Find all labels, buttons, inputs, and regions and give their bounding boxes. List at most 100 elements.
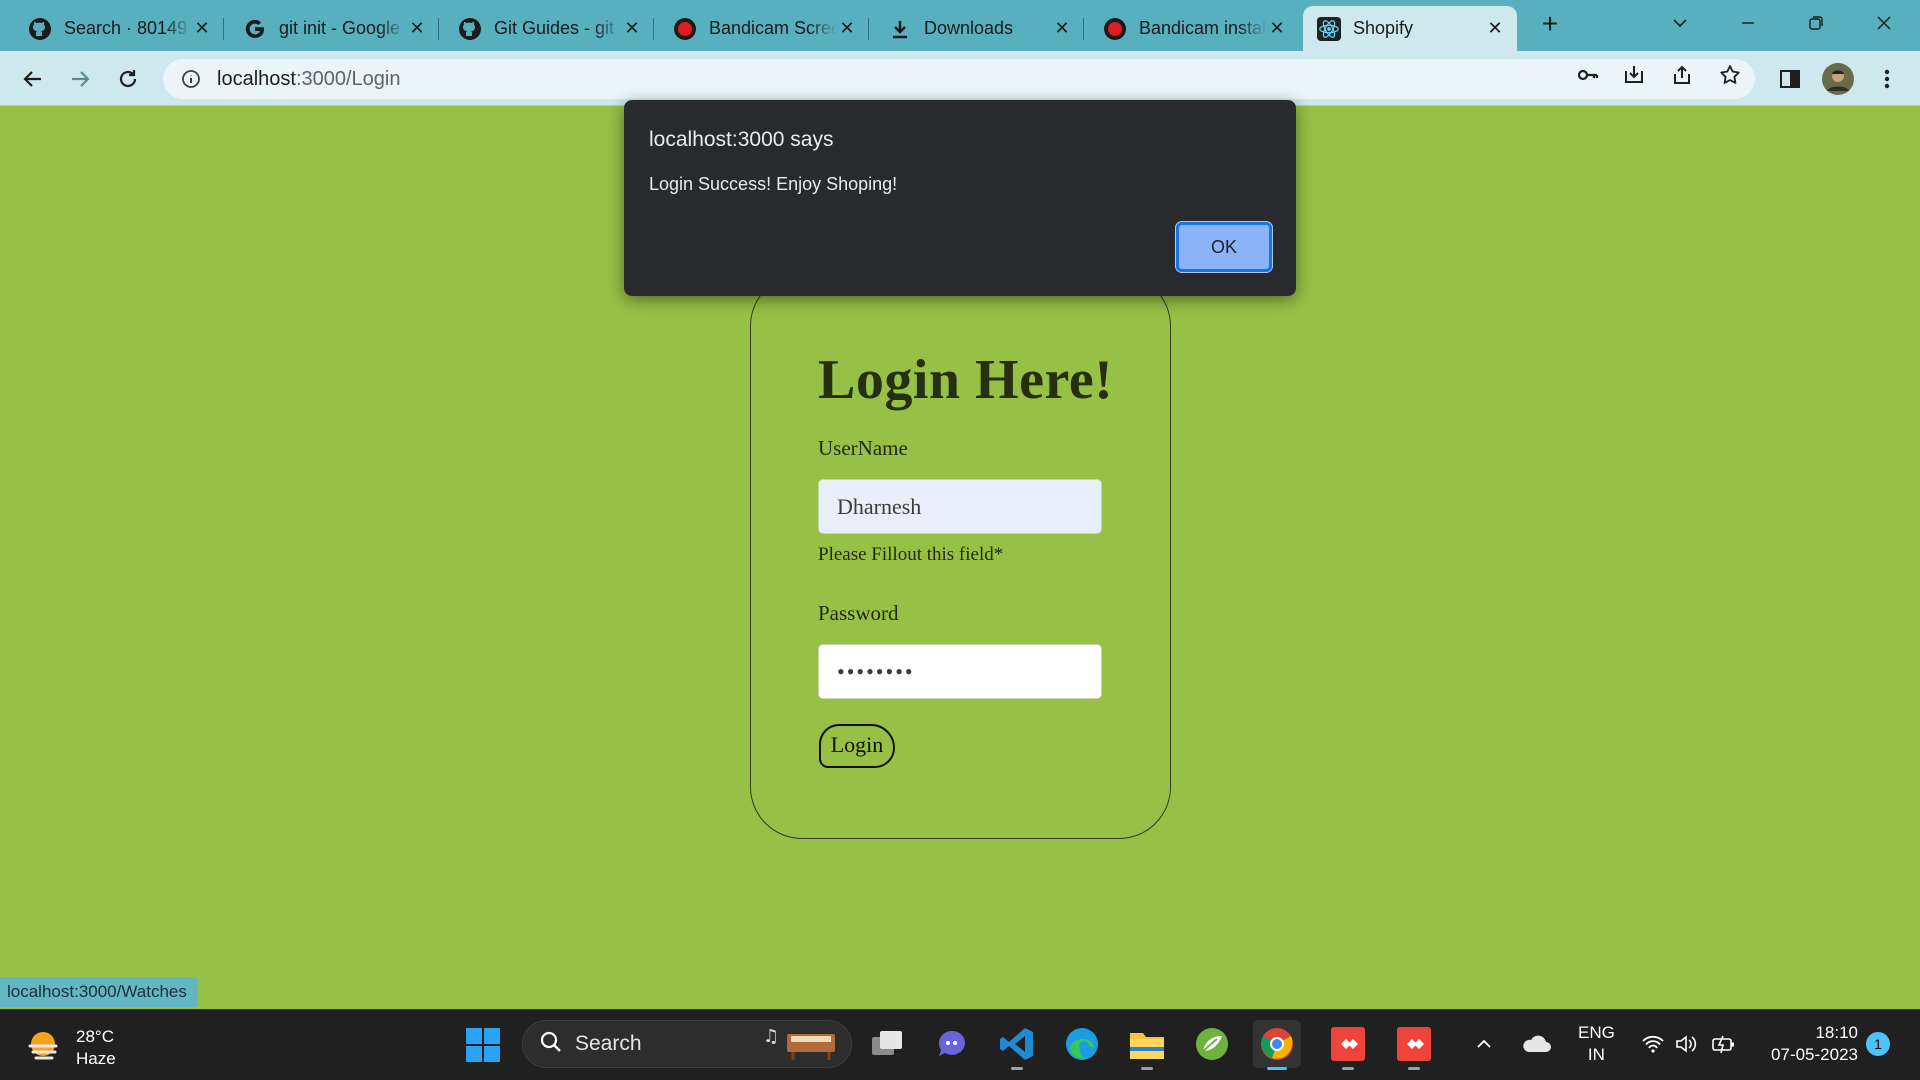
- weather-desc: Haze: [76, 1049, 116, 1068]
- show-hidden-icons-chevron-icon[interactable]: [1466, 1020, 1502, 1068]
- minimize-icon[interactable]: [1728, 6, 1768, 40]
- ok-button[interactable]: OK: [1175, 221, 1273, 273]
- tab-shopify[interactable]: Shopify ✕: [1303, 6, 1517, 51]
- svg-text:♫: ♫: [763, 1026, 779, 1047]
- anydesk-2-icon[interactable]: [1390, 1020, 1438, 1070]
- password-label: Password: [818, 601, 899, 625]
- tab-git-guides[interactable]: Git Guides - git ✕: [444, 6, 654, 51]
- tab-separator: [868, 18, 869, 40]
- running-indicator: [1141, 1067, 1153, 1070]
- chrome-icon[interactable]: [1253, 1020, 1301, 1070]
- file-explorer-icon[interactable]: [1123, 1020, 1171, 1070]
- tab-title: Search · 80149: [64, 18, 188, 38]
- tab-search-chevron-icon[interactable]: [1660, 6, 1700, 40]
- address-bar[interactable]: localhost:3000/Login: [163, 59, 1755, 99]
- tab-title: Bandicam install: [1139, 18, 1267, 38]
- running-indicator: [1408, 1067, 1420, 1070]
- close-icon[interactable]: ✕: [837, 18, 857, 39]
- install-app-icon[interactable]: [1618, 59, 1650, 91]
- tab-separator: [438, 18, 439, 40]
- reload-icon[interactable]: [113, 64, 143, 94]
- tab-separator: [223, 18, 224, 40]
- haze-sun-icon: [24, 1027, 62, 1070]
- back-icon[interactable]: [18, 64, 48, 94]
- url-text[interactable]: localhost:3000/Login: [217, 68, 400, 91]
- task-view-icon[interactable]: [863, 1020, 911, 1068]
- window-close-icon[interactable]: [1864, 6, 1904, 40]
- search-label: Search: [575, 1032, 642, 1055]
- tab-bandicam-screen[interactable]: Bandicam Screen ✕: [659, 6, 869, 51]
- username-hint: Please Fillout this field*: [818, 544, 1004, 565]
- search-highlight-piano-icon: ♫: [763, 1022, 841, 1067]
- system-clock[interactable]: 18:10 07-05-2023: [1762, 1022, 1858, 1066]
- clock-date: 07-05-2023: [1771, 1045, 1858, 1064]
- close-icon[interactable]: ✕: [1052, 18, 1072, 39]
- dialog-title: localhost:3000 says: [649, 128, 834, 151]
- tab-title: Shopify: [1353, 18, 1414, 38]
- browser-toolbar: localhost:3000/Login: [0, 51, 1920, 106]
- teams-chat-icon[interactable]: [928, 1020, 976, 1068]
- lang-top: ENG: [1578, 1023, 1615, 1042]
- tab-downloads[interactable]: Downloads ✕: [874, 6, 1084, 51]
- tab-strip: Search · 80149 ✕ git init - Google ✕ Git…: [0, 0, 1920, 51]
- close-icon[interactable]: ✕: [1267, 18, 1287, 39]
- site-info-icon[interactable]: [179, 67, 203, 91]
- tab-git-init[interactable]: git init - Google ✕: [229, 6, 439, 51]
- url-path: :3000/Login: [295, 67, 401, 90]
- search-icon: [539, 1030, 563, 1059]
- side-panel-icon[interactable]: [1774, 63, 1806, 95]
- close-icon[interactable]: ✕: [1485, 18, 1505, 39]
- close-icon[interactable]: ✕: [622, 18, 642, 39]
- notification-badge[interactable]: 1: [1866, 1032, 1890, 1056]
- spring-tools-icon[interactable]: [1188, 1020, 1236, 1068]
- username-label: UserName: [818, 436, 908, 460]
- clock-time: 18:10: [1815, 1023, 1858, 1042]
- password-input[interactable]: [818, 644, 1102, 699]
- github-icon: [458, 17, 482, 41]
- tab-separator: [653, 18, 654, 40]
- page-title: Login Here!: [818, 349, 1114, 411]
- dialog-message: Login Success! Enjoy Shoping!: [649, 174, 898, 194]
- profile-avatar[interactable]: [1822, 63, 1854, 95]
- github-icon: [28, 17, 52, 41]
- close-icon[interactable]: ✕: [407, 18, 427, 39]
- running-indicator: [1011, 1067, 1023, 1070]
- alert-dialog: localhost:3000 says Login Success! Enjoy…: [624, 100, 1296, 296]
- login-button[interactable]: Login: [819, 724, 895, 768]
- link-status-bubble: localhost:3000/Watches: [0, 977, 198, 1007]
- running-indicator: [1267, 1067, 1287, 1070]
- bookmark-star-icon[interactable]: [1714, 59, 1746, 91]
- taskbar-search[interactable]: Search ♫: [522, 1020, 852, 1068]
- url-host: localhost: [217, 67, 296, 90]
- kebab-menu-icon[interactable]: [1871, 63, 1903, 95]
- username-input[interactable]: [818, 479, 1102, 534]
- bandicam-icon: [673, 17, 697, 41]
- restore-icon[interactable]: [1796, 6, 1836, 40]
- new-tab-button[interactable]: +: [1535, 10, 1565, 40]
- start-icon[interactable]: [459, 1021, 507, 1069]
- google-icon: [243, 17, 267, 41]
- forward-icon[interactable]: [65, 64, 95, 94]
- lang-bottom: IN: [1587, 1045, 1605, 1064]
- input-language[interactable]: ENG IN: [1578, 1022, 1615, 1066]
- share-icon[interactable]: [1666, 59, 1698, 91]
- battery-charging-icon[interactable]: [1708, 1020, 1740, 1068]
- tab-bandicam-install[interactable]: Bandicam install ✕: [1089, 6, 1299, 51]
- bandicam-icon: [1103, 17, 1127, 41]
- download-icon: [888, 17, 912, 41]
- tab-github-search[interactable]: Search · 80149 ✕: [14, 6, 224, 51]
- wifi-icon[interactable]: [1637, 1020, 1669, 1068]
- close-icon[interactable]: ✕: [192, 18, 212, 39]
- tab-title: Downloads: [924, 18, 1014, 38]
- tab-title: Git Guides - git: [494, 18, 615, 38]
- edge-icon[interactable]: [1058, 1020, 1106, 1068]
- tab-title: git init - Google: [279, 18, 401, 38]
- volume-icon[interactable]: [1670, 1020, 1702, 1068]
- anydesk-icon[interactable]: [1324, 1020, 1372, 1070]
- password-key-icon[interactable]: [1572, 59, 1604, 91]
- weather-widget[interactable]: 28°C Haze: [24, 1026, 116, 1070]
- vscode-icon[interactable]: [993, 1020, 1041, 1070]
- react-icon: [1317, 16, 1341, 41]
- onedrive-cloud-icon[interactable]: [1516, 1020, 1556, 1068]
- running-indicator: [1342, 1067, 1354, 1070]
